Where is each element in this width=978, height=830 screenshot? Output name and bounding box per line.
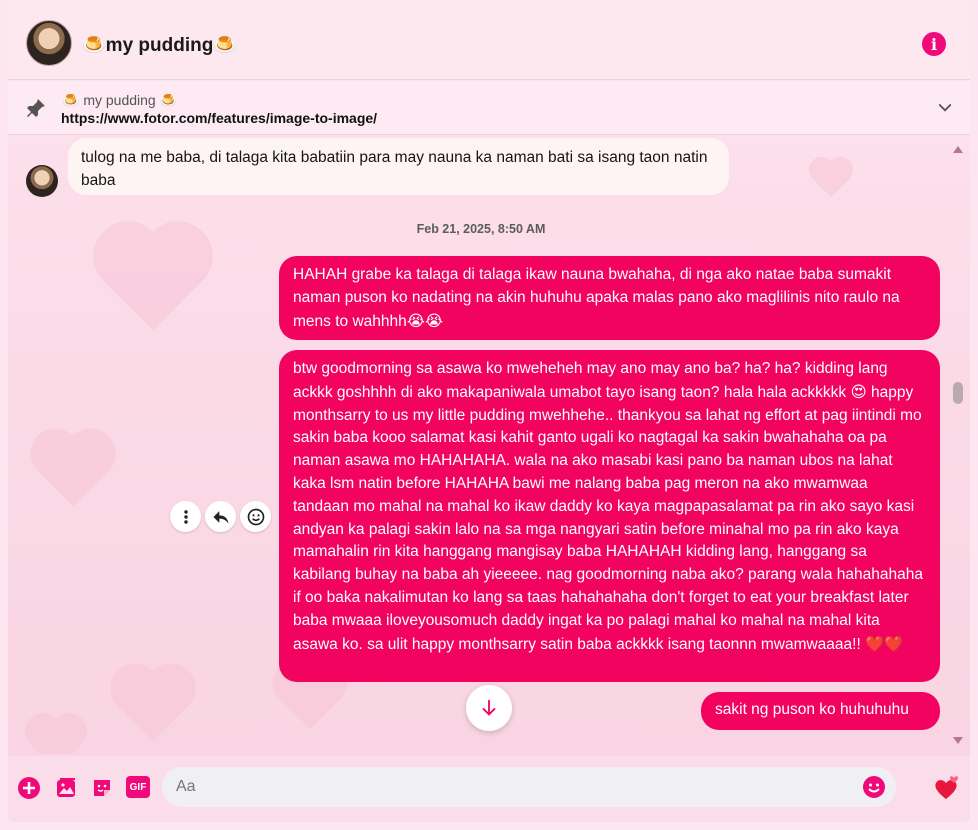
avatar[interactable] xyxy=(26,165,58,197)
pinned-message-bar[interactable]: 🍮 my pudding 🍮 https://www.fotor.com/fea… xyxy=(8,81,970,135)
more-options-icon[interactable] xyxy=(170,501,201,532)
heart-emoji: ❤️❤️ xyxy=(865,634,904,653)
pudding-emoji: 🍮 xyxy=(82,34,106,56)
page-title[interactable]: 🍮my pudding🍮 xyxy=(82,33,237,57)
info-glyph: i xyxy=(930,34,938,54)
pinned-sender-name: my pudding xyxy=(83,92,156,108)
chat-header: 🍮my pudding🍮 i xyxy=(8,0,970,80)
pin-icon xyxy=(27,99,45,117)
image-icon[interactable] xyxy=(54,776,78,800)
scrollbar-thumb[interactable] xyxy=(953,382,963,404)
background-heart xyxy=(30,718,82,754)
composer: GIF xyxy=(8,756,970,822)
background-heart xyxy=(812,160,850,198)
message-input[interactable] xyxy=(176,778,856,796)
message-list[interactable]: tulog na me baba, di talaga kita babatii… xyxy=(8,136,970,754)
pinned-link[interactable]: https://www.fotor.com/features/image-to-… xyxy=(61,110,377,126)
outgoing-message[interactable]: btw goodmorning sa asawa ko mweheheh may… xyxy=(279,350,940,682)
incoming-message[interactable]: tulog na me baba, di talaga kita babatii… xyxy=(68,138,729,195)
arrow-down-icon[interactable] xyxy=(466,685,512,731)
message-text: HAHAH grabe ka talaga di talaga ikaw nau… xyxy=(293,266,900,330)
gif-icon[interactable]: GIF xyxy=(126,776,150,798)
message-actions xyxy=(170,501,271,532)
pudding-emoji: 🍮 xyxy=(159,93,178,109)
heart-eyes-emoji: 😍 xyxy=(850,382,867,401)
message-text: btw goodmorning sa asawa ko mweheheh may… xyxy=(293,360,888,401)
crying-emoji: 😭😭 xyxy=(406,311,443,330)
chevron-down-icon[interactable] xyxy=(936,99,954,117)
message-input-wrapper xyxy=(162,767,896,807)
message-timestamp: Feb 21, 2025, 8:50 AM xyxy=(416,222,546,236)
info-icon[interactable]: i xyxy=(922,32,946,56)
reply-icon[interactable] xyxy=(205,501,236,532)
message-text: happy monthsarry to us my little pudding… xyxy=(293,383,923,653)
conversation-name: my pudding xyxy=(105,35,214,56)
background-heart xyxy=(103,231,203,331)
sticker-icon[interactable] xyxy=(90,776,114,800)
pudding-emoji: 🍮 xyxy=(213,34,237,56)
background-heart xyxy=(37,435,109,507)
pinned-sender: 🍮 my pudding 🍮 xyxy=(62,92,177,109)
messenger-window: 🍮my pudding🍮 i 🍮 my pudding 🍮 https://ww… xyxy=(8,0,970,822)
smiley-icon[interactable] xyxy=(240,501,271,532)
emoji-icon[interactable] xyxy=(862,775,886,799)
heart-icon[interactable] xyxy=(932,774,960,802)
outgoing-message[interactable]: sakit ng puson ko huhuhuhu xyxy=(701,692,940,730)
scroll-up-arrow-icon[interactable] xyxy=(952,144,964,154)
scroll-down-arrow-icon[interactable] xyxy=(952,736,964,746)
pudding-emoji: 🍮 xyxy=(62,93,80,109)
background-heart xyxy=(117,670,189,742)
outgoing-message[interactable]: HAHAH grabe ka talaga di talaga ikaw nau… xyxy=(279,256,940,340)
avatar[interactable] xyxy=(26,20,72,66)
plus-circle-icon[interactable] xyxy=(17,776,41,800)
